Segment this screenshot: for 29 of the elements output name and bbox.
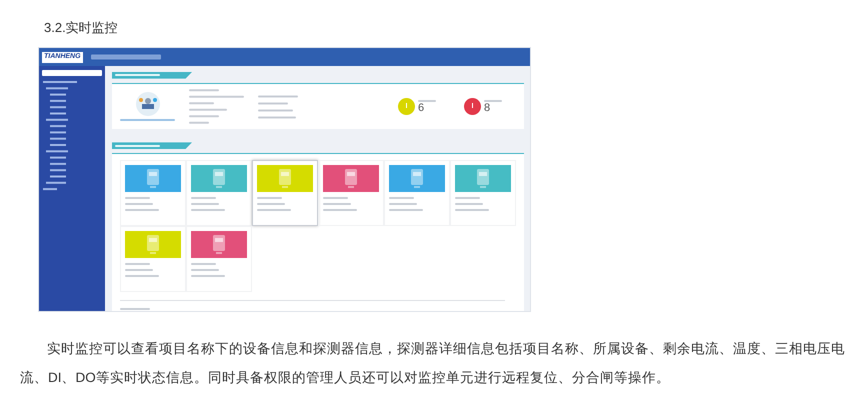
alarm-count: 8: [484, 103, 492, 114]
meter-icon: [411, 169, 423, 188]
device-text-drawing: [191, 195, 225, 214]
device-text-drawing: [389, 195, 423, 214]
search-field[interactable]: [42, 70, 102, 76]
device-card[interactable]: [252, 160, 318, 226]
device-text-drawing: [257, 195, 291, 214]
meter-icon: [477, 169, 489, 188]
platform-title-drawing: [90, 53, 161, 61]
device-text-drawing: [455, 195, 489, 214]
device-text-drawing: [323, 195, 357, 214]
meter-icon: [279, 169, 291, 188]
tab-label-drawing: [115, 144, 160, 148]
meter-icon: [213, 169, 225, 188]
device-text-drawing: [191, 261, 225, 280]
meter-icon: [345, 169, 357, 188]
device-text-drawing: [125, 261, 159, 280]
meter-icon: [147, 235, 159, 254]
meter-icon: [213, 235, 225, 254]
engineer-illustration: [136, 92, 160, 116]
footer-text-drawing: [120, 307, 150, 311]
section-heading: 3.2.实时监控: [44, 19, 119, 37]
project-details-drawing: [189, 87, 244, 126]
safety-details-drawing: [258, 92, 298, 121]
tab-label-drawing: [115, 73, 160, 78]
meter-icon: [147, 169, 159, 188]
device-text-drawing: [125, 195, 159, 214]
description-paragraph: 实时监控可以查看项目名称下的设备信息和探测器信息，探测器详细信息包括项目名称、所属设备、剩余电流、温度、三相电压电流、DI、DO等实时状态信息。同时具备权限的管理人员还可以对监控单元进行远程复位、分合闸等操作。: [19, 340, 846, 387]
alarm-count: 6: [418, 103, 426, 114]
